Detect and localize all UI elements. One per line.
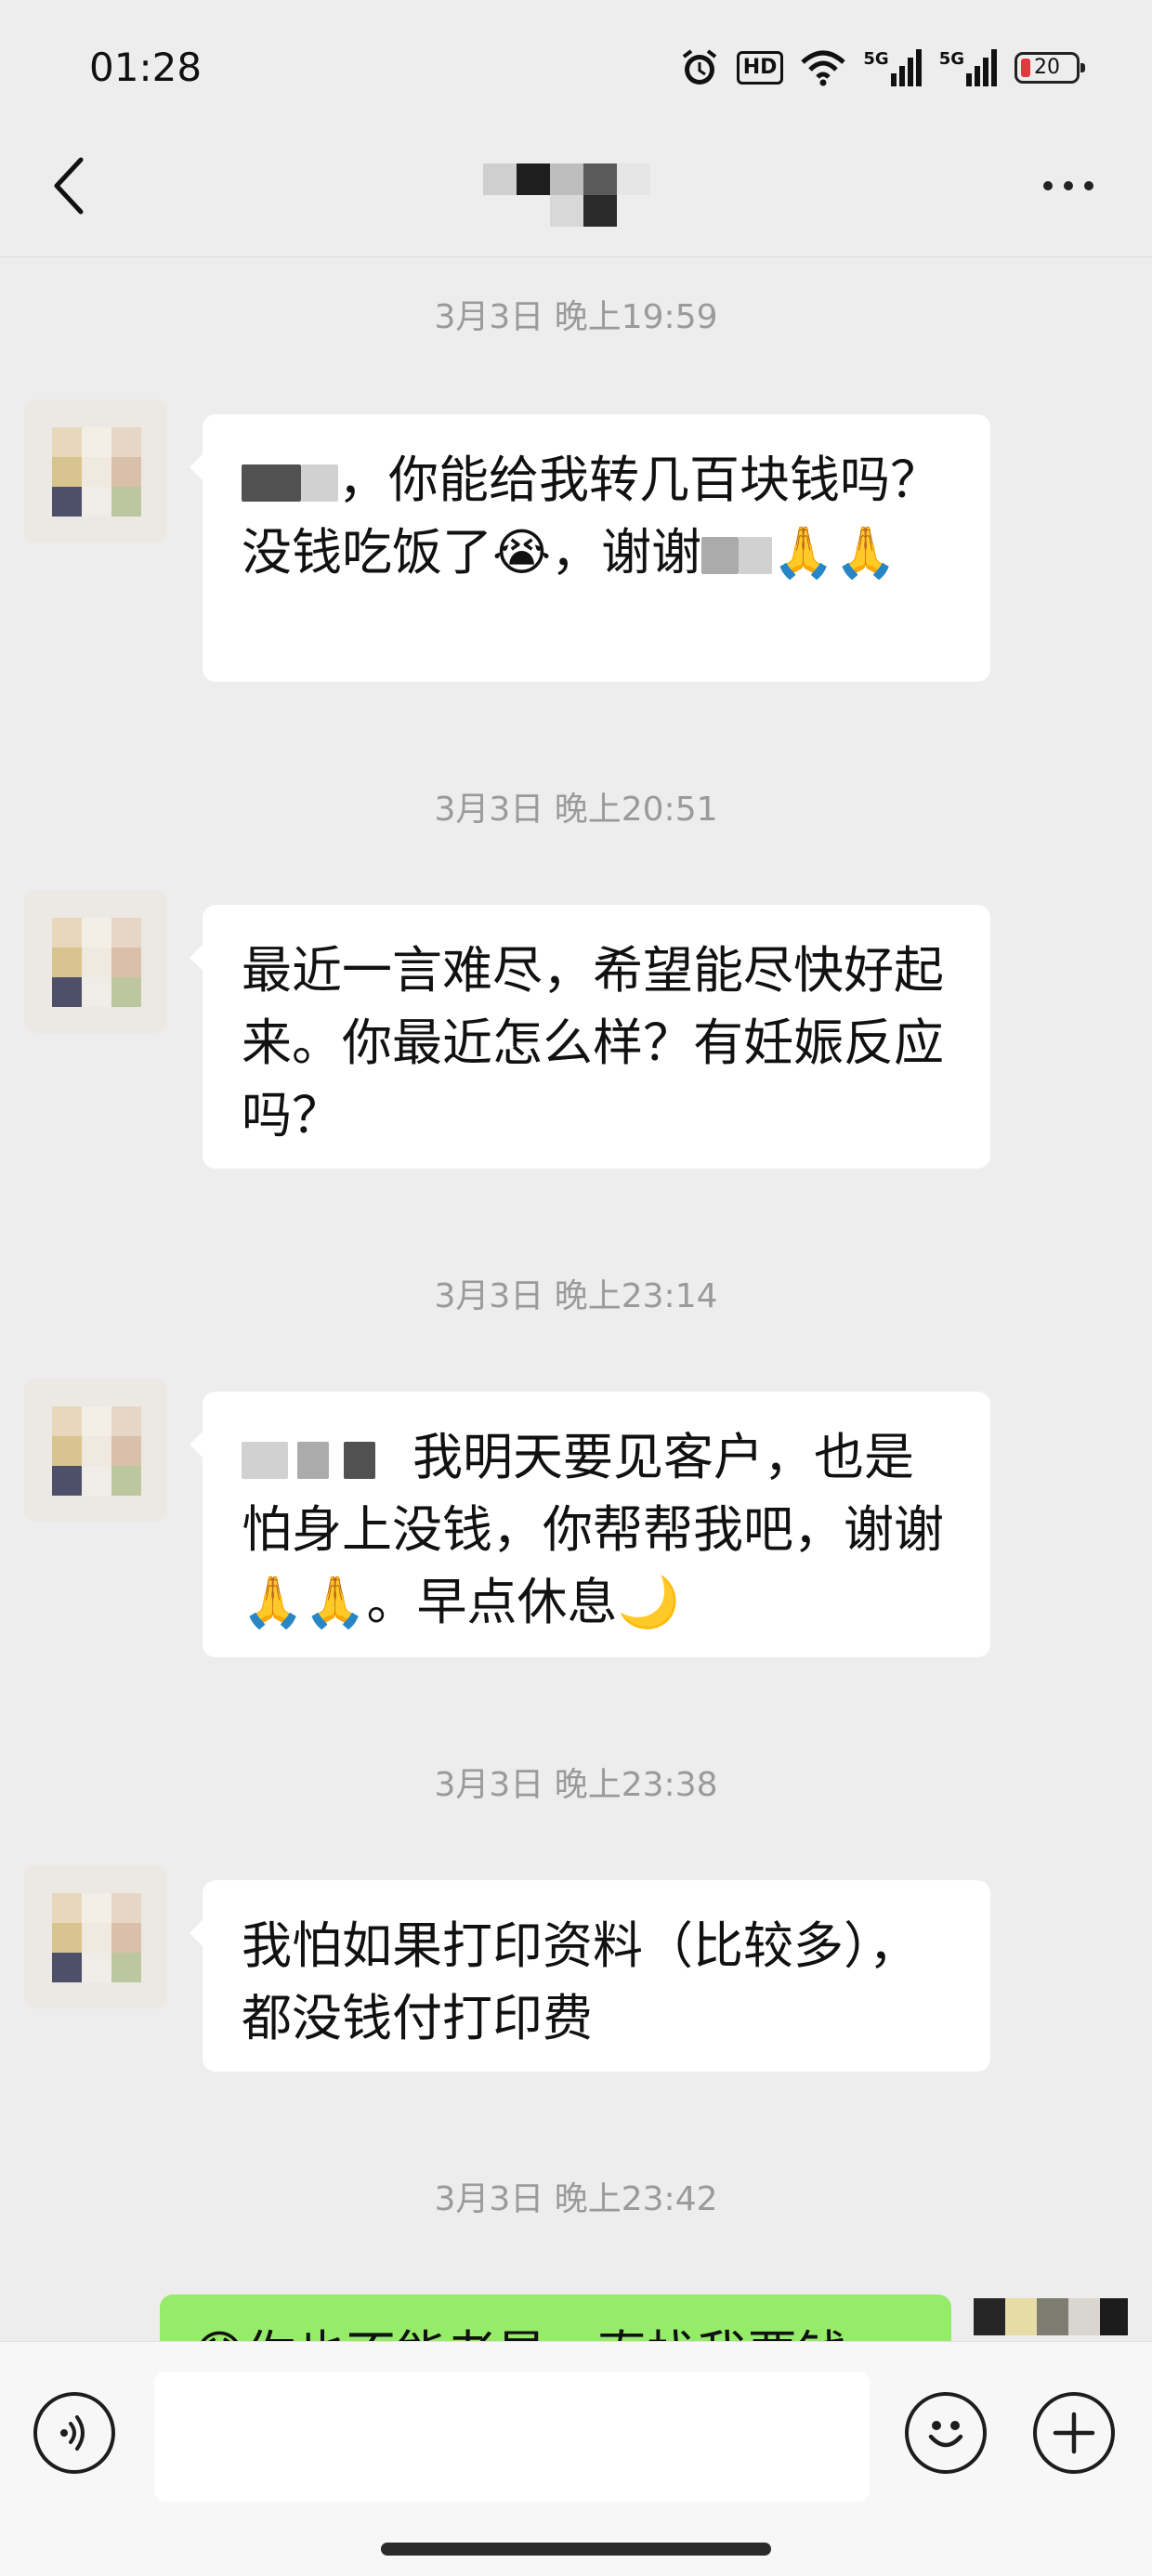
- hd-icon: HD: [736, 51, 784, 85]
- contact-avatar[interactable]: [24, 890, 167, 1033]
- redacted-name: [242, 1442, 288, 1480]
- message-timestamp: 3月3日 晚上23:42: [434, 2180, 718, 2218]
- status-bar: 01:28 HD 5G 5G 20: [0, 0, 1152, 139]
- message-text: 最近一言难尽，希望能尽快好起来。你最近怎么样？有妊娠反应吗？: [242, 941, 944, 1144]
- battery-level: 20: [1034, 56, 1060, 79]
- wifi-icon: [800, 49, 846, 86]
- redacted-name: [701, 537, 740, 575]
- more-options-button[interactable]: [1031, 158, 1106, 214]
- battery-fill: [1021, 59, 1030, 77]
- contact-avatar[interactable]: [24, 1865, 167, 2008]
- chevron-left-icon: [54, 157, 84, 215]
- redacted-name: [301, 464, 338, 503]
- redacted-name: [297, 1442, 329, 1480]
- emoji-icon: [928, 2421, 963, 2448]
- chat-input-bar: [0, 2341, 1152, 2576]
- signal-icon: 5G: [863, 49, 922, 86]
- signal-icon: 5G: [939, 49, 998, 86]
- message-timestamp: 3月3日 晚上19:59: [434, 298, 718, 336]
- plus-icon: [1053, 2412, 1095, 2454]
- more-dots-icon: [1043, 181, 1093, 190]
- sleeping-moon-emoji: 🌙: [617, 1573, 680, 1631]
- message-text: 我怕如果打印资料（比较多），都没钱付打印费: [242, 1916, 919, 2047]
- more-functions-button[interactable]: [1033, 2392, 1115, 2474]
- chat-header: [0, 139, 1152, 257]
- message-timestamp: 3月3日 晚上23:14: [434, 1277, 718, 1315]
- folded-hands-emoji: 🙏🙏: [772, 523, 897, 582]
- message-bubble-received[interactable]: ，你能给我转几百块钱吗？没钱吃饭了😭，谢谢 🙏🙏: [190, 414, 990, 682]
- redacted-name: [242, 464, 301, 503]
- redacted-name: [344, 1442, 375, 1480]
- message-bubble-received[interactable]: 我明天要见客户，也是怕身上没钱，你帮帮我吧，谢谢🙏🙏。早点休息🌙: [190, 1392, 990, 1657]
- alarm-icon: [679, 47, 720, 88]
- folded-hands-emoji: 🙏🙏: [242, 1573, 367, 1631]
- voice-icon: [60, 2415, 85, 2451]
- message-bubble-received[interactable]: 我怕如果打印资料（比较多），都没钱付打印费: [190, 1880, 990, 2072]
- home-indicator[interactable]: [381, 2543, 771, 2556]
- back-button[interactable]: [37, 149, 102, 223]
- redacted-name: [739, 537, 773, 575]
- battery-icon: 20: [1015, 52, 1085, 84]
- message-text: 我明天要见客户，也是怕身上没钱，你帮帮我吧，谢谢🙏🙏。早点休息🌙: [242, 1428, 944, 1631]
- contact-avatar[interactable]: [24, 399, 167, 543]
- crying-emoji: 😭: [492, 523, 552, 582]
- message-bubble-received[interactable]: 最近一言难尽，希望能尽快好起来。你最近怎么样？有妊娠反应吗？: [190, 905, 990, 1169]
- contact-avatar[interactable]: [24, 1379, 167, 1522]
- message-timestamp: 3月3日 晚上23:38: [434, 1766, 718, 1804]
- voice-input-button[interactable]: [33, 2392, 115, 2474]
- network-type-label: 5G: [938, 49, 964, 69]
- emoji-button[interactable]: [905, 2392, 987, 2474]
- my-avatar[interactable]: [974, 2298, 1128, 2335]
- message-input[interactable]: [154, 2372, 870, 2502]
- chat-title-pixelated: [474, 150, 678, 227]
- network-type-label: 5G: [863, 49, 889, 69]
- status-icons: HD 5G 5G 20: [679, 46, 1085, 89]
- message-timestamp: 3月3日 晚上20:51: [434, 791, 718, 829]
- message-text: ，你能给我转几百块钱吗？没钱吃饭了😭，谢谢 🙏🙏: [242, 451, 940, 582]
- status-time: 01:28: [89, 45, 203, 90]
